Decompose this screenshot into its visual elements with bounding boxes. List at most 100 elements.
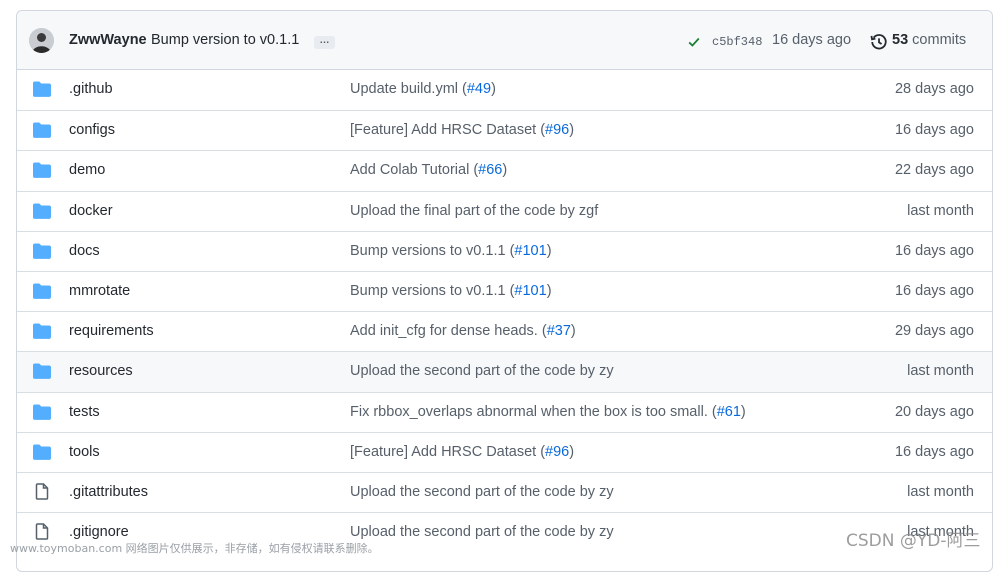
file-row[interactable]: tools [Feature] Add HRSC Dataset (#96) 16 … (17, 431, 992, 472)
pull-request-link[interactable]: #61 (717, 404, 741, 420)
commit-message-link[interactable]: Bump versions to v0.1.1 (#101) (350, 283, 552, 299)
commit-message-link[interactable]: Fix rbbox_overlaps abnormal when the box… (350, 404, 746, 420)
commit-age: 22 days ago (894, 162, 974, 179)
commits-link[interactable]: 53 commits (892, 32, 966, 48)
commit-message-text[interactable]: Add Colab Tutorial ( (350, 162, 478, 178)
commit-sha-link[interactable]: c5bf348 (712, 35, 762, 49)
folder-icon (33, 122, 51, 143)
commit-count-label: commits (912, 32, 967, 48)
commit-age: 20 days ago (894, 403, 974, 420)
commit-message-tail[interactable]: ) (547, 243, 552, 259)
commit-message-link[interactable]: Upload the second part of the code by zy (350, 524, 614, 540)
commit-age: 29 days ago (894, 323, 974, 340)
folder-icon (33, 203, 51, 224)
pull-request-link[interactable]: #49 (467, 81, 491, 97)
commit-message-text[interactable]: Update build.yml ( (350, 81, 467, 97)
commit-message-tail[interactable]: ) (547, 283, 552, 299)
folder-icon (33, 363, 51, 384)
file-row[interactable]: mmrotate Bump versions to v0.1.1 (#101) 16… (17, 270, 992, 311)
file-name-link[interactable]: .gitattributes (69, 484, 148, 500)
commit-count: 53 (892, 32, 909, 48)
commit-message-link[interactable]: Upload the second part of the code by zy (350, 363, 614, 379)
file-row[interactable]: tests Fix rbbox_overlaps abnormal when th… (17, 391, 992, 432)
commit-message-link[interactable]: [Feature] Add HRSC Dataset (#96) (350, 122, 574, 138)
file-row[interactable]: docker Upload the final part of the code … (17, 190, 992, 231)
commit-message-text[interactable]: Upload the second part of the code by zy (350, 363, 614, 379)
folder-icon (33, 323, 51, 344)
folder-icon (33, 444, 51, 465)
file-name-link[interactable]: resources (69, 363, 133, 379)
commit-message-text[interactable]: Upload the second part of the code by zy (350, 484, 614, 500)
commit-message-text[interactable]: Upload the final part of the code by zgf (350, 203, 598, 219)
file-row[interactable]: configs [Feature] Add HRSC Dataset (#96) 1… (17, 110, 992, 150)
commit-message-link[interactable]: Update build.yml (#49) (350, 81, 496, 97)
history-icon[interactable] (870, 33, 888, 56)
pull-request-link[interactable]: #101 (514, 243, 546, 259)
file-row[interactable]: resources Upload the second part of the c… (17, 351, 992, 392)
file-name-link[interactable]: docs (69, 243, 100, 259)
commit-age: last month (907, 483, 974, 500)
file-name-link[interactable]: .github (69, 81, 113, 97)
watermark-left: www.toymoban.com 网络图片仅供展示，非存储，如有侵权请联系删除。 (10, 542, 379, 555)
author-avatar[interactable] (29, 28, 54, 53)
commit-message-text[interactable]: [Feature] Add HRSC Dataset ( (350, 122, 545, 138)
file-row[interactable]: docs Bump versions to v0.1.1 (#101) 16 day… (17, 230, 992, 271)
watermark-right: CSDN @YD-阿三 (846, 531, 981, 551)
commit-message-text[interactable]: Bump versions to v0.1.1 ( (350, 243, 514, 259)
file-name-link[interactable]: tools (69, 444, 100, 460)
commit-message-link[interactable]: Bump version to v0.1.1 (151, 32, 299, 48)
commit-message-tail[interactable]: ) (571, 323, 576, 339)
file-list-box: ZwwWayne Bump version to v0.1.1 … c5bf34… (16, 10, 993, 572)
file-row[interactable]: demo Add Colab Tutorial (#66) 22 days ago (17, 150, 992, 190)
latest-commit-bar: ZwwWayne Bump version to v0.1.1 … c5bf34… (17, 11, 992, 70)
folder-icon (33, 243, 51, 264)
commit-age: 16 days ago (894, 443, 974, 460)
commit-message-text[interactable]: Bump versions to v0.1.1 ( (350, 283, 514, 299)
commit-message-text[interactable]: Add init_cfg for dense heads. ( (350, 323, 547, 339)
commit-message-tail[interactable]: ) (502, 162, 507, 178)
file-name-link[interactable]: .gitignore (69, 524, 129, 540)
commit-age: 16 days ago (894, 282, 974, 299)
commit-age: last month (907, 363, 974, 380)
file-name-link[interactable]: mmrotate (69, 283, 130, 299)
folder-icon (33, 403, 51, 425)
file-name-link[interactable]: demo (69, 162, 105, 178)
commit-message-text[interactable]: Upload the second part of the code by zy (350, 524, 614, 540)
commit-message-tail[interactable]: ) (569, 122, 574, 138)
folder-icon (33, 81, 51, 102)
commit-age: 16 days ago (894, 242, 974, 259)
expand-commit-button[interactable]: … (314, 36, 335, 49)
file-row[interactable]: requirements Add init_cfg for dense heads… (17, 311, 992, 351)
file-rows: .github Update build.yml (#49) 28 days ago… (17, 70, 992, 552)
file-name-link[interactable]: docker (69, 203, 113, 219)
pull-request-link[interactable]: #66 (478, 162, 502, 178)
file-icon (34, 483, 50, 505)
commit-age: last month (907, 202, 974, 219)
file-name-link[interactable]: requirements (69, 323, 154, 339)
commit-author-link[interactable]: ZwwWayne (69, 32, 147, 48)
commit-message-link[interactable]: [Feature] Add HRSC Dataset (#96) (350, 444, 574, 460)
commit-message-text[interactable]: Fix rbbox_overlaps abnormal when the box… (350, 404, 717, 420)
file-row[interactable]: .github Update build.yml (#49) 28 days ago (17, 70, 992, 110)
commit-message-link[interactable]: Add init_cfg for dense heads. (#37) (350, 323, 576, 339)
folder-icon (33, 162, 51, 183)
commit-message-tail[interactable]: ) (741, 404, 746, 420)
pull-request-link[interactable]: #101 (514, 283, 546, 299)
check-icon[interactable] (687, 35, 701, 54)
commit-message-link[interactable]: Upload the final part of the code by zgf (350, 203, 598, 219)
commit-message-tail[interactable]: ) (491, 81, 496, 97)
commit-age: 16 days ago (894, 122, 974, 139)
pull-request-link[interactable]: #37 (547, 323, 571, 339)
commit-message-text[interactable]: [Feature] Add HRSC Dataset ( (350, 444, 545, 460)
commit-time: 16 days ago (772, 32, 852, 48)
file-name-link[interactable]: configs (69, 122, 115, 138)
commit-message-tail[interactable]: ) (569, 444, 574, 460)
commit-age: 28 days ago (894, 81, 974, 97)
pull-request-link[interactable]: #96 (545, 444, 569, 460)
file-name-link[interactable]: tests (69, 404, 100, 420)
commit-message-link[interactable]: Upload the second part of the code by zy (350, 484, 614, 500)
file-row[interactable]: .gitattributes Upload the second part of … (17, 471, 992, 512)
commit-message-link[interactable]: Add Colab Tutorial (#66) (350, 162, 507, 178)
commit-message-link[interactable]: Bump versions to v0.1.1 (#101) (350, 243, 552, 259)
pull-request-link[interactable]: #96 (545, 122, 569, 138)
